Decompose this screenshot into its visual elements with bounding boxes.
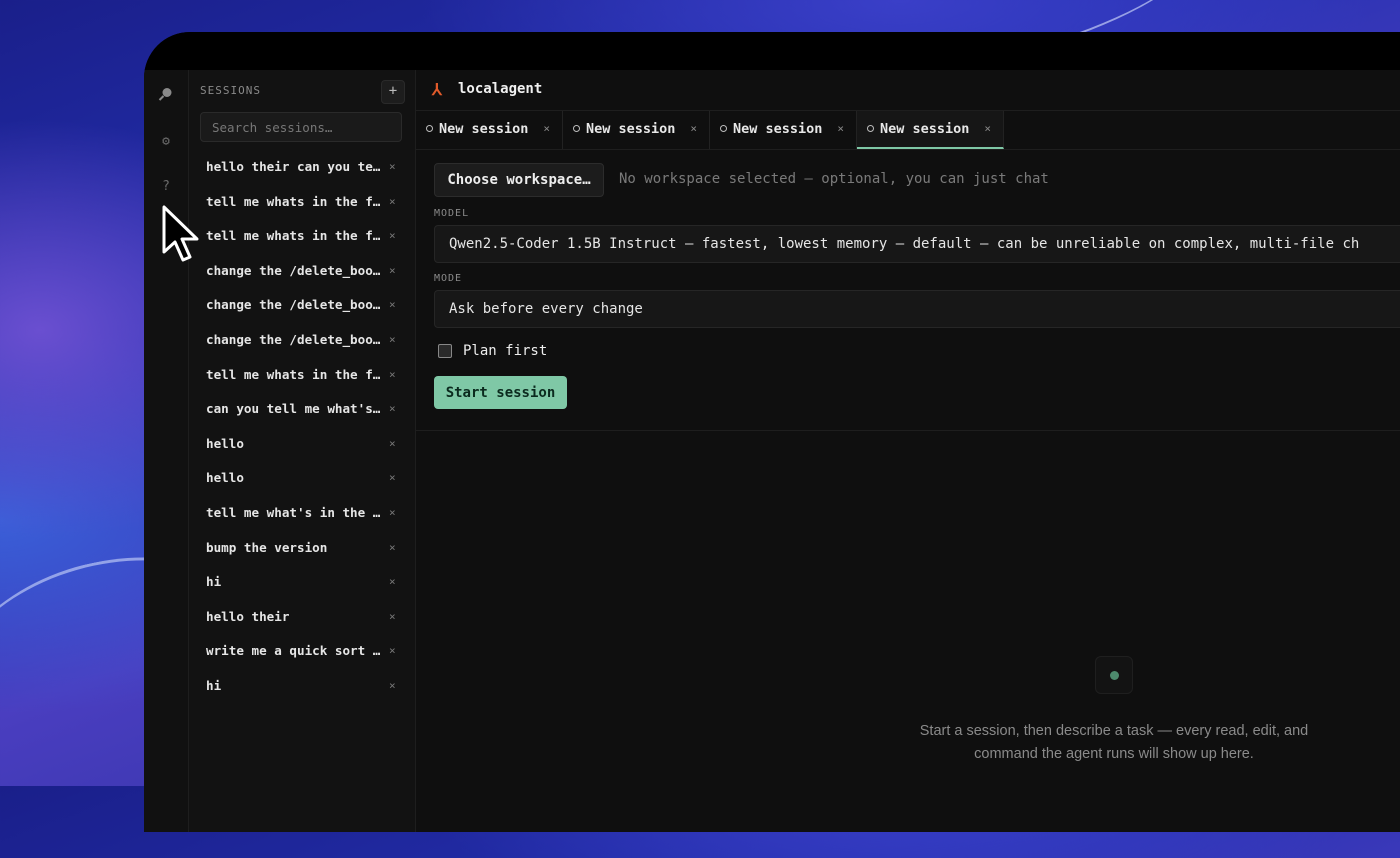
model-select[interactable]: Qwen2.5-Coder 1.5B Instruct — fastest, l… xyxy=(434,225,1400,263)
mode-label: MODE xyxy=(434,273,463,284)
session-item-label: hello their can you te… xyxy=(206,159,381,174)
help-icon[interactable]: ? xyxy=(156,177,176,197)
session-item[interactable]: hello × xyxy=(189,427,415,462)
session-item[interactable]: tell me what's in the … × xyxy=(189,496,415,531)
mode-select[interactable]: Ask before every change xyxy=(434,290,1400,328)
plan-first-checkbox[interactable] xyxy=(438,344,452,358)
close-icon[interactable]: × xyxy=(389,461,396,496)
session-item[interactable]: change the /delete_boo… × xyxy=(189,288,415,323)
session-item-label: hi xyxy=(206,677,222,693)
session-item[interactable]: hi × xyxy=(189,669,415,704)
session-tab[interactable]: New session × xyxy=(710,111,857,149)
status-dot-icon xyxy=(1110,671,1119,680)
close-icon[interactable]: × xyxy=(389,392,396,427)
close-icon[interactable]: × xyxy=(389,254,396,289)
close-icon[interactable]: × xyxy=(389,565,396,600)
session-item-label: tell me whats in the f… xyxy=(206,228,381,244)
close-icon[interactable]: × xyxy=(389,531,396,566)
app-title: localagent xyxy=(458,81,543,97)
tab-label: New session xyxy=(586,121,676,137)
close-icon[interactable]: × xyxy=(389,427,396,462)
gear-icon[interactable]: ⚙ xyxy=(156,132,176,152)
session-item-label: change the /delete_boo… xyxy=(206,297,381,313)
session-item[interactable]: hi × xyxy=(189,565,415,600)
workspace-note: No workspace selected — optional, you ca… xyxy=(619,171,1049,187)
session-tab[interactable]: New session × xyxy=(563,111,710,149)
session-item-label: tell me whats in the f… xyxy=(206,366,381,382)
main-panel: ⅄ localagent New session × New session × New… xyxy=(416,70,1400,832)
close-icon[interactable]: × xyxy=(389,634,396,669)
app-header: ⅄ localagent xyxy=(416,70,1400,111)
plan-first-label[interactable]: Plan first xyxy=(463,343,547,359)
app-logo: ⅄ xyxy=(432,80,442,99)
session-tab[interactable]: New session × xyxy=(857,111,1004,149)
session-tab[interactable]: New session × xyxy=(416,111,563,149)
close-icon[interactable]: × xyxy=(389,288,396,323)
close-icon[interactable]: × xyxy=(389,150,396,185)
sidebar-title: SESSIONS xyxy=(200,84,261,97)
session-list: hello their can you te… × tell me whats in… xyxy=(189,150,415,704)
close-icon[interactable]: × xyxy=(690,111,697,147)
mouse-cursor-icon xyxy=(162,205,199,262)
close-icon[interactable]: × xyxy=(389,669,396,704)
session-item[interactable]: write me a quick sort … × xyxy=(189,634,415,669)
status-circle-icon xyxy=(867,125,874,132)
tab-label: New session xyxy=(439,121,529,137)
model-label: MODEL xyxy=(434,208,470,219)
choose-workspace-button[interactable]: Choose workspace… xyxy=(434,163,604,197)
close-icon[interactable]: × xyxy=(837,111,844,147)
close-icon[interactable]: × xyxy=(389,219,396,254)
session-item[interactable]: hello their × xyxy=(189,600,415,635)
close-icon[interactable]: × xyxy=(984,111,991,147)
session-item-label: tell me what's in the … xyxy=(206,504,381,520)
new-session-form: Choose workspace… No workspace selected … xyxy=(416,150,1400,431)
add-session-button[interactable]: + xyxy=(381,80,405,104)
close-icon[interactable]: × xyxy=(389,185,396,220)
empty-state-message: Start a session, then describe a task — … xyxy=(919,723,1309,762)
session-item-label: tell me whats in the f… xyxy=(206,193,381,209)
tab-label: New session xyxy=(880,121,970,137)
status-indicator xyxy=(1095,656,1133,694)
search-icon[interactable] xyxy=(156,86,176,106)
close-icon[interactable]: × xyxy=(389,496,396,531)
session-item[interactable]: hello × xyxy=(189,461,415,496)
icon-rail: ⚙ ? xyxy=(144,70,189,832)
session-item-label: can you tell me what's… xyxy=(206,401,381,417)
session-item[interactable]: bump the version × xyxy=(189,531,415,566)
session-item[interactable]: change the /delete_boo… × xyxy=(189,323,415,358)
close-icon[interactable]: × xyxy=(389,600,396,635)
app-window: ⚙ ? SESSIONS + hello their can you te…×t… xyxy=(144,32,1400,832)
session-tabs: New session × New session × New session × New … xyxy=(416,111,1400,150)
sessions-sidebar: SESSIONS + hello their can you te…×tell … xyxy=(189,70,416,832)
status-circle-icon xyxy=(720,125,727,132)
session-item[interactable]: tell me whats in the f… × xyxy=(189,358,415,393)
close-icon[interactable]: × xyxy=(543,111,550,147)
session-item[interactable]: change the /delete_boo… × xyxy=(189,254,415,289)
session-item-label: write me a quick sort … xyxy=(206,643,381,659)
session-item-label: change the /delete_boo… xyxy=(206,331,381,347)
session-item[interactable]: can you tell me what's… × xyxy=(189,392,415,427)
session-item-label: change the /delete_boo… xyxy=(206,262,381,278)
session-item-label: bump the version xyxy=(206,539,328,555)
status-circle-icon xyxy=(426,125,433,132)
session-item[interactable]: hello their can you te… × xyxy=(189,150,415,185)
start-session-button[interactable]: Start session xyxy=(434,376,567,409)
close-icon[interactable]: × xyxy=(389,323,396,358)
session-item-label: hello their xyxy=(206,608,290,624)
session-item-label: hello xyxy=(206,435,244,451)
session-item[interactable]: tell me whats in the f… × xyxy=(189,219,415,254)
status-circle-icon xyxy=(573,125,580,132)
tab-label: New session xyxy=(733,121,823,137)
window-topbar xyxy=(144,32,1400,70)
search-sessions-input[interactable] xyxy=(200,112,402,142)
session-item[interactable]: tell me whats in the f… × xyxy=(189,185,415,220)
session-item-label: hi xyxy=(206,574,222,590)
close-icon[interactable]: × xyxy=(389,358,396,393)
session-item-label: hello xyxy=(206,470,244,486)
